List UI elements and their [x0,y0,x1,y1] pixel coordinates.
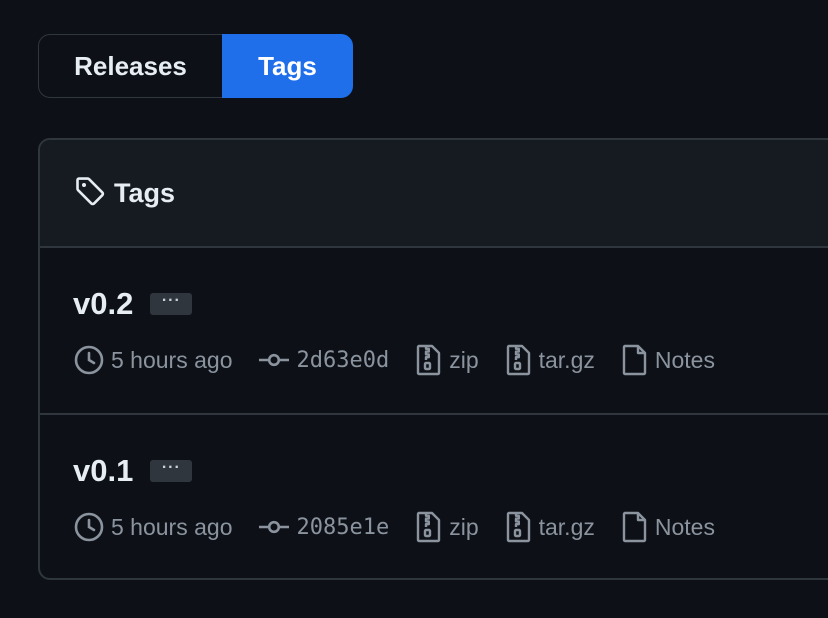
download-zip-label: zip [449,513,479,540]
tab-releases[interactable]: Releases [38,34,222,98]
release-notes-link[interactable]: Notes [621,511,715,543]
tag-time: 5 hours ago [73,344,232,376]
tags-box-header: Tags [40,140,828,248]
tag-time-label: 5 hours ago [111,513,233,540]
clock-icon [73,344,105,376]
commit-icon [258,344,290,376]
file-zip-icon [505,511,533,543]
release-notes-label: Notes [654,513,715,540]
tag-row: v0.1 ··· 5 hours ago 2085e1e zip tar.gz … [40,413,828,578]
tag-commit-sha: 2d63e0d [296,347,390,373]
download-zip-label: zip [449,346,479,373]
tag-name-link[interactable]: v0.1 [73,453,133,489]
file-zip-icon [415,344,443,376]
file-icon [621,344,649,376]
download-targz-label: tar.gz [538,346,595,373]
tag-name-link[interactable]: v0.2 [73,286,133,322]
download-targz-link[interactable]: tar.gz [505,344,595,376]
tag-row: v0.2 ··· 5 hours ago 2d63e0d zip tar.gz … [40,248,828,413]
commit-icon [258,511,290,543]
download-zip-link[interactable]: zip [415,344,479,376]
file-zip-icon [415,511,443,543]
more-options-button[interactable]: ··· [150,460,193,482]
tag-meta: 5 hours ago 2d63e0d zip tar.gz Notes [73,344,741,376]
file-zip-icon [505,344,533,376]
tag-meta: 5 hours ago 2085e1e zip tar.gz Notes [73,511,741,543]
releases-tags-tab-group: Releases Tags [38,34,353,98]
tab-tags[interactable]: Tags [222,34,353,98]
download-targz-link[interactable]: tar.gz [505,511,595,543]
release-notes-label: Notes [654,346,715,373]
more-options-button[interactable]: ··· [150,293,193,315]
clock-icon [73,511,105,543]
tag-icon [74,175,106,212]
file-icon [621,511,649,543]
tag-time: 5 hours ago [73,511,232,543]
tags-box: Tags v0.2 ··· 5 hours ago 2d63e0d zip ta… [38,138,828,580]
download-targz-label: tar.gz [538,513,595,540]
tag-row-title: v0.1 ··· [73,453,193,489]
tag-time-label: 5 hours ago [111,346,233,373]
tags-box-title: Tags [114,177,176,208]
tag-commit-link[interactable]: 2d63e0d [258,344,389,376]
tag-commit-link[interactable]: 2085e1e [258,511,389,543]
release-notes-link[interactable]: Notes [621,344,715,376]
tag-commit-sha: 2085e1e [296,514,390,540]
tag-row-title: v0.2 ··· [73,286,193,322]
download-zip-link[interactable]: zip [415,511,479,543]
